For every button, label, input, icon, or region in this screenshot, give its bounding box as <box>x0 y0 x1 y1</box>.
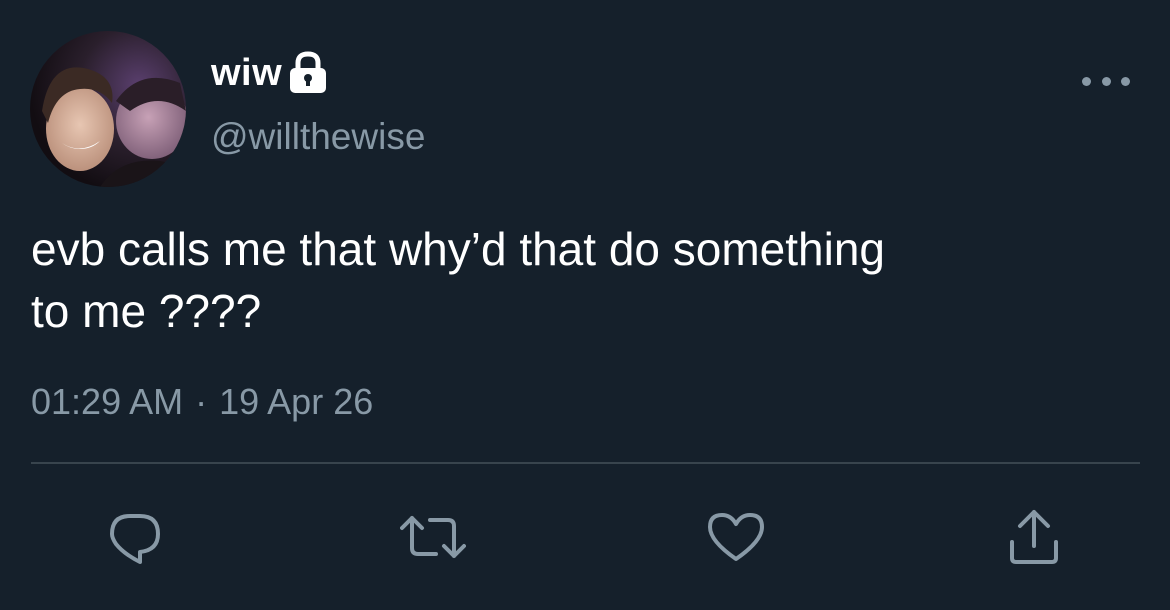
timestamp-separator: · <box>195 381 208 422</box>
share-icon <box>1006 508 1062 566</box>
more-dot <box>1101 76 1111 86</box>
reply-icon <box>106 508 164 566</box>
avatar[interactable] <box>30 31 186 187</box>
divider <box>31 462 1140 464</box>
more-dot <box>1121 76 1130 86</box>
lock-icon <box>288 51 328 95</box>
heart-icon <box>706 509 766 565</box>
more-icon[interactable] <box>1082 66 1130 96</box>
user-handle[interactable]: @willthewise <box>211 116 425 158</box>
display-name-row: wiw <box>211 48 328 98</box>
tweet-card: wiw @willthewise evb calls me that why’d… <box>0 0 1170 610</box>
tweet-time: 01:29 AM <box>31 381 184 422</box>
retweet-button[interactable] <box>400 506 466 568</box>
more-dot <box>1082 76 1091 86</box>
tweet-timestamp[interactable]: 01:29 AM · 19 Apr 26 <box>31 381 373 423</box>
tweet-date: 19 Apr 26 <box>219 381 374 422</box>
reply-button[interactable] <box>104 506 166 568</box>
like-button[interactable] <box>705 506 767 568</box>
retweet-icon <box>400 508 466 566</box>
tweet-text: evb calls me that why’d that do somethin… <box>31 223 886 337</box>
share-button[interactable] <box>1003 506 1065 568</box>
display-name[interactable]: wiw <box>211 52 282 95</box>
